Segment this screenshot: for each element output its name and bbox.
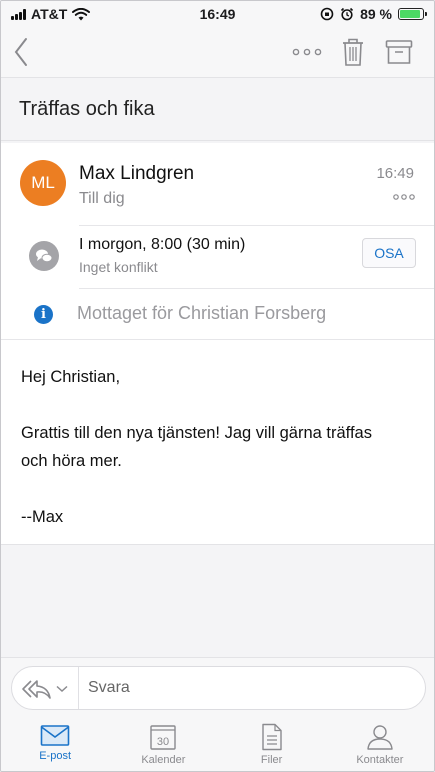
orientation-lock-icon [320, 7, 334, 21]
delete-button[interactable] [330, 32, 376, 72]
tab-bar: E-post 30 Kalender Filer Kontakter [1, 717, 434, 771]
message-subject: Träffas och fika [1, 77, 434, 141]
reply-bar [1, 657, 434, 717]
event-icon [29, 241, 59, 271]
more-button[interactable] [284, 32, 330, 72]
message-more-icon[interactable] [392, 191, 416, 203]
archive-button[interactable] [376, 32, 422, 72]
message-body: Hej Christian, Grattis till den nya tjän… [21, 363, 401, 559]
status-bar: AT&T 16:49 89 % [1, 1, 434, 27]
tab-calendar[interactable]: 30 Kalender [109, 717, 217, 771]
reply-field [11, 666, 426, 710]
tab-contacts[interactable]: Kontakter [326, 717, 434, 771]
tab-contacts-label: Kontakter [356, 754, 404, 766]
rsvp-button[interactable]: OSA [362, 238, 416, 268]
calendar-icon: 30 [150, 725, 177, 750]
message-toolbar [1, 27, 434, 77]
tab-mail[interactable]: E-post [1, 717, 109, 771]
trash-icon [343, 38, 363, 66]
event-conflict: Inget konflikt [79, 259, 158, 275]
status-time: 16:49 [199, 6, 236, 22]
signal-icon [11, 8, 26, 20]
contact-icon [367, 725, 393, 750]
more-horizontal-icon [292, 48, 322, 56]
alarm-icon [341, 7, 354, 21]
recipient-label: Till dig [79, 190, 125, 207]
event-row[interactable]: I morgon, 8:00 (30 min) Inget konflikt O… [1, 226, 434, 288]
sender-name: Max Lindgren [79, 163, 195, 184]
tab-files-label: Filer [260, 754, 283, 766]
tab-calendar-label: Kalender [141, 754, 186, 766]
file-icon [261, 723, 282, 751]
reply-options-button[interactable] [20, 673, 80, 705]
body-greeting: Hej Christian, [21, 368, 121, 386]
archive-icon [385, 40, 413, 64]
reply-icon [22, 680, 51, 699]
info-icon: i [34, 305, 53, 324]
tab-mail-label: E-post [39, 750, 72, 762]
carrier-label: AT&T [31, 6, 68, 22]
battery-percent: 89 % [360, 6, 392, 22]
app-frame: AT&T 16:49 89 % Träffas och fika ML Max … [0, 0, 435, 772]
divider [1, 339, 434, 340]
back-button[interactable] [13, 32, 43, 72]
tab-files[interactable]: Filer [218, 717, 326, 771]
message-card: ML Max Lindgren Till dig 16:49 I morgon,… [1, 143, 434, 545]
mail-icon [40, 725, 70, 746]
chevron-down-icon [56, 685, 68, 693]
received-for-text: Mottaget för Christian Forsberg [77, 303, 327, 323]
wifi-icon [72, 7, 91, 20]
reply-separator [78, 667, 79, 709]
event-title: I morgon, 8:00 (30 min) [79, 236, 246, 253]
message-time: 16:49 [376, 165, 414, 182]
received-for-row: i Mottaget för Christian Forsberg [1, 289, 434, 339]
battery-icon [398, 8, 427, 20]
sender-header[interactable]: ML Max Lindgren Till dig 16:49 [1, 143, 434, 225]
calendar-badge: 30 [157, 736, 169, 748]
body-signature: --Max [21, 508, 64, 526]
body-paragraph: Grattis till den nya tjänsten! Jag vill … [21, 424, 372, 470]
reply-input[interactable] [88, 673, 408, 703]
avatar[interactable]: ML [20, 160, 66, 206]
chevron-left-icon [14, 38, 27, 66]
